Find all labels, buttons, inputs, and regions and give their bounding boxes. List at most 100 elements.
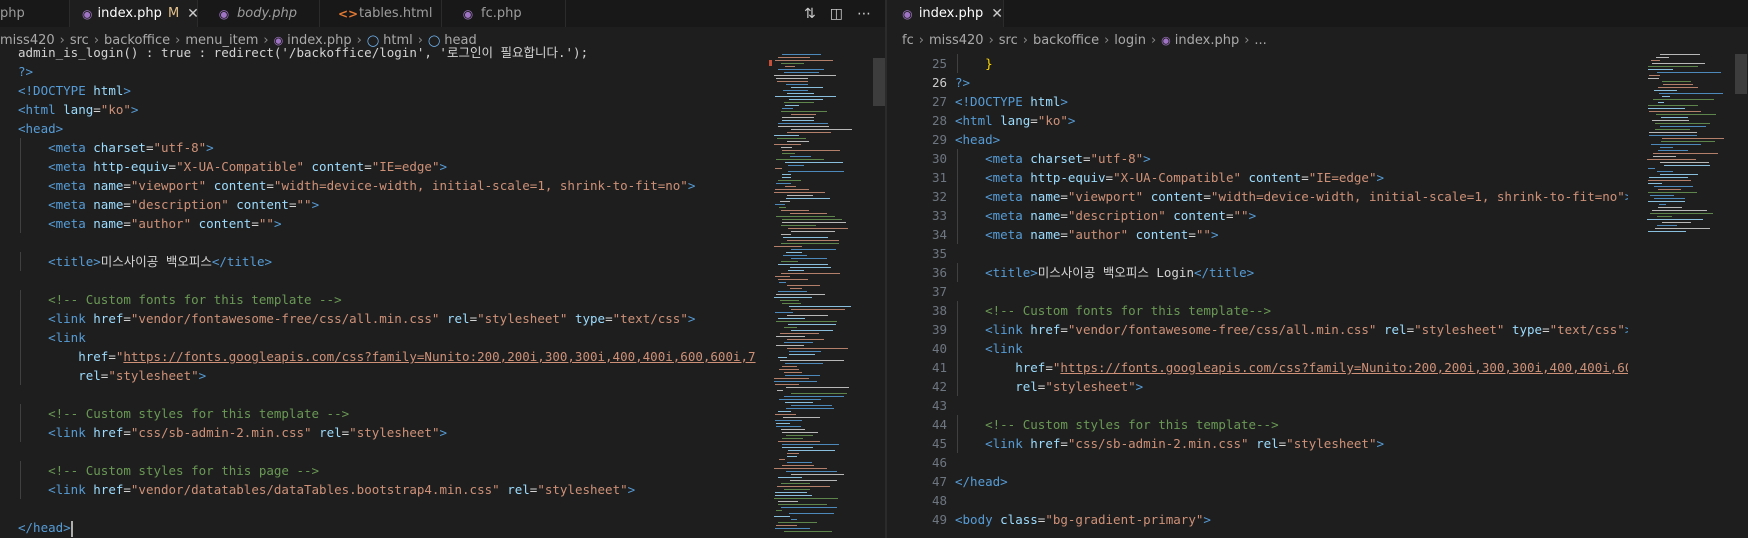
minimap-line	[1653, 153, 1718, 155]
code-editor-right[interactable]: 25 26 27 28 29 30 31 32 33 34 35 36 37 38 39 40 41 42 43 44…	[887, 54, 1748, 538]
code-editor-left[interactable]: admin_is_login() : true : redirect('/bac…	[0, 45, 885, 538]
code-line[interactable]: href="https://fonts.googleapis.com/css?f…	[955, 358, 1628, 377]
minimap-line	[782, 117, 814, 119]
breadcrumb-item[interactable]: fc	[902, 33, 914, 48]
code-line[interactable]: <!-- Custom styles for this page -->	[18, 461, 773, 480]
code-line[interactable]: href="https://fonts.googleapis.com/css?f…	[18, 347, 773, 366]
code-line[interactable]	[18, 385, 773, 404]
minimap-line	[786, 252, 802, 254]
code-line[interactable]: <meta name="description" content="">	[955, 206, 1628, 225]
tab-fc-php[interactable]: ◉ fc.php	[442, 0, 566, 27]
minimap-line	[784, 102, 814, 104]
code-line[interactable]: <html lang="ko">	[955, 111, 1628, 130]
minimap[interactable]	[774, 54, 870, 538]
code-token: charset	[1030, 151, 1083, 166]
more-actions-icon[interactable]: ⋯	[857, 6, 871, 22]
code-line[interactable]: <!-- Custom styles for this template-->	[955, 415, 1628, 434]
scrollbar-slider[interactable]	[1735, 54, 1747, 94]
code-line[interactable]: rel="stylesheet">	[955, 377, 1628, 396]
code-line[interactable]	[955, 453, 1628, 472]
code-line[interactable]	[18, 233, 773, 252]
code-line[interactable]: </head>	[955, 472, 1628, 491]
code-line[interactable]: <meta http-equiv="X-UA-Compatible" conte…	[955, 168, 1628, 187]
code-token: "description"	[1067, 208, 1166, 223]
breadcrumb-item[interactable]: login	[1114, 33, 1146, 48]
breadcrumb-item[interactable]: ...	[1254, 33, 1266, 48]
code-line[interactable]: <!-- Custom styles for this template -->	[18, 404, 773, 423]
open-changes-icon[interactable]: ⇅	[804, 6, 816, 22]
split-editor-icon[interactable]: ◫	[830, 6, 843, 22]
code-line[interactable]: <meta name="viewport" content="width=dev…	[955, 187, 1628, 206]
scrollbar-slider[interactable]	[873, 58, 885, 106]
code-line[interactable]: <head>	[955, 130, 1628, 149]
minimap-line	[776, 510, 782, 512]
code-line[interactable]: <title>미스사이공 백오피스</title>	[18, 252, 773, 271]
code-line[interactable]	[955, 396, 1628, 415]
minimap-line	[1647, 219, 1703, 221]
code-line[interactable]: <head>	[18, 119, 773, 138]
code-line[interactable]: <link href="vendor/datatables/dataTables…	[18, 480, 773, 499]
code-line[interactable]: <!DOCTYPE html>	[18, 81, 773, 100]
code-line[interactable]: <link href="vendor/fontawesome-free/css/…	[955, 320, 1628, 339]
code-token: type	[574, 311, 606, 326]
breadcrumb-item[interactable]: backoffice	[1033, 33, 1099, 48]
code-line[interactable]: <title>미스사이공 백오피스 Login</title>	[955, 263, 1628, 282]
code-token: =	[1060, 322, 1068, 337]
code-line[interactable]: <!DOCTYPE html>	[955, 92, 1628, 111]
tab-body-php[interactable]: ◉ body.php	[198, 0, 320, 27]
code-line[interactable]: <meta name="author" content="">	[955, 225, 1628, 244]
tab-php[interactable]: php	[0, 0, 70, 27]
minimap-line	[786, 435, 813, 437]
code-line[interactable]: <link href="vendor/fontawesome-free/css/…	[18, 309, 773, 328]
code-area[interactable]: admin_is_login() : true : redirect('/bac…	[18, 43, 773, 538]
code-token: =	[1060, 208, 1068, 223]
code-line[interactable]: }	[955, 54, 1628, 73]
code-line[interactable]	[955, 491, 1628, 510]
code-line[interactable]	[955, 244, 1628, 263]
code-area[interactable]: } ?> <!DOCTYPE html> <html lang="ko"> <head>…	[955, 54, 1628, 538]
code-line[interactable]: <!-- Custom fonts for this template-->	[955, 301, 1628, 320]
code-line[interactable]: <link href="css/sb-admin-2.min.css" rel=…	[18, 423, 773, 442]
code-line[interactable]	[955, 282, 1628, 301]
code-line[interactable]	[18, 442, 773, 461]
code-line[interactable]: <body class="bg-gradient-primary">	[955, 510, 1628, 529]
breadcrumb-item[interactable]: src	[999, 33, 1018, 48]
code-line[interactable]: <link	[18, 328, 773, 347]
minimap-line	[780, 333, 819, 335]
code-line[interactable]: </head>	[18, 518, 773, 537]
code-line[interactable]: rel="stylesheet">	[18, 366, 773, 385]
scrollbar[interactable]	[769, 54, 885, 538]
code-line[interactable]: <meta name="description" content="">	[18, 195, 773, 214]
minimap-line	[784, 342, 813, 344]
code-line[interactable]: <html lang="ko">	[18, 100, 773, 119]
code-line[interactable]: ?>	[955, 73, 1628, 92]
code-token: <link	[48, 482, 94, 497]
code-line[interactable]	[18, 271, 773, 290]
code-line-partial[interactable]: admin_is_login() : true : redirect('/bac…	[18, 43, 773, 62]
minimap-line	[784, 372, 802, 374]
code-line[interactable]: <meta name="viewport" content="width=dev…	[18, 176, 773, 195]
code-line[interactable]: <meta charset="utf-8">	[18, 138, 773, 157]
tab-index-php[interactable]: ◉ index.php M ✕	[70, 0, 199, 27]
tab-tables-html[interactable]: <> tables.html	[320, 0, 442, 27]
code-line[interactable]: <link href="css/sb-admin-2.min.css" rel=…	[955, 434, 1628, 453]
close-icon[interactable]: ✕	[991, 6, 1003, 22]
tab-index-php[interactable]: ◉ index.php ✕	[887, 0, 1004, 27]
minimap-line	[780, 201, 790, 203]
code-line[interactable]: <!-- Custom fonts for this template -->	[18, 290, 773, 309]
code-line[interactable]: <meta charset="utf-8">	[955, 149, 1628, 168]
minimap[interactable]	[1647, 54, 1733, 538]
code-token: rel	[507, 482, 530, 497]
indent-guide	[957, 149, 958, 168]
code-token: =	[1060, 436, 1068, 451]
code-line[interactable]: <meta http-equiv="X-UA-Compatible" conte…	[18, 157, 773, 176]
code-line[interactable]: ?>	[18, 62, 773, 81]
breadcrumb-item[interactable]: miss420	[929, 33, 984, 48]
code-token: <meta	[48, 140, 94, 155]
code-line[interactable]	[18, 499, 773, 518]
breadcrumb-item[interactable]: index.php	[1175, 33, 1239, 48]
code-line[interactable]: <meta name="author" content="">	[18, 214, 773, 233]
code-line[interactable]: <link	[955, 339, 1628, 358]
scrollbar[interactable]	[1735, 54, 1747, 538]
